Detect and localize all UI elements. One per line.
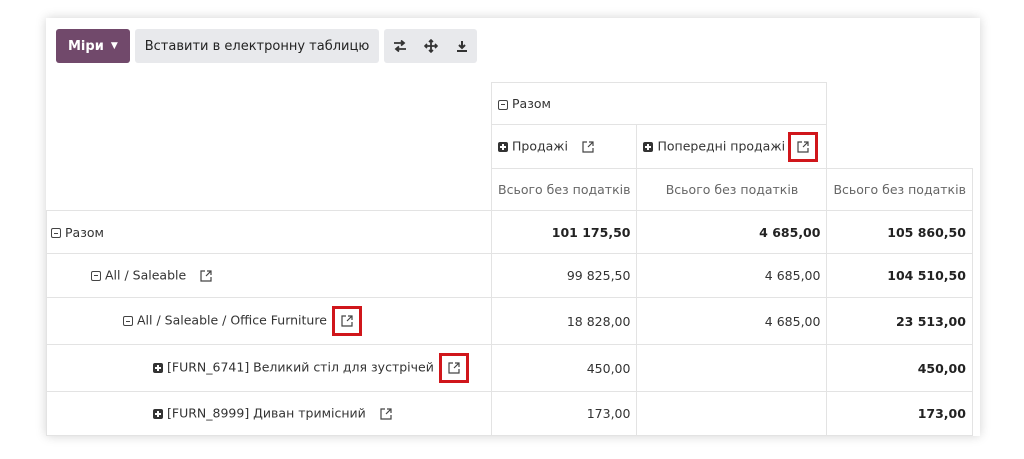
external-link-icon[interactable] [438,353,469,383]
cell-previous-sales[interactable]: 4 685,00 [636,297,828,345]
expand-icon [498,141,508,152]
cell-total[interactable]: 23 513,00 [826,297,973,345]
row-label: [FURN_8999] Диван тримісний [167,405,366,420]
row-label: All / Saleable [105,267,187,282]
column-header-sales[interactable]: Продажі [490,124,638,169]
table-row: All / Saleable / Office Furniture 18 828… [46,297,973,345]
cell-previous-sales[interactable] [636,344,828,392]
external-link-icon[interactable] [331,306,362,336]
cell-total[interactable]: 173,00 [826,391,973,436]
pivot-view: Міри ▼ Вставити в електронну таблицю Раз… [46,18,980,436]
row-header-office-furniture[interactable]: All / Saleable / Office Furniture [46,297,492,345]
row-header-all-saleable[interactable]: All / Saleable [46,253,492,298]
external-link-icon[interactable] [788,131,819,162]
row-label: Разом [65,224,104,240]
insert-spreadsheet-button[interactable]: Вставити в електронну таблицю [134,29,380,63]
measure-header-total[interactable]: Всього без податків [826,168,973,211]
cell-total[interactable]: 450,00 [826,344,973,392]
cell-previous-sales[interactable] [636,391,828,436]
row-header-furn-8999[interactable]: [FURN_8999] Диван тримісний [46,391,492,436]
table-row: All / Saleable 99 825,50 4 685,00 104 51… [46,253,973,298]
collapse-icon [498,99,508,110]
external-link-icon[interactable] [376,404,396,424]
measures-label: Міри [68,38,104,54]
column-header-total[interactable]: Разом [490,82,828,125]
external-link-icon[interactable] [578,137,598,157]
row-label: All / Saleable / Office Furniture [137,312,327,328]
cell-previous-sales[interactable]: 4 685,00 [636,253,828,298]
row-label: [FURN_6741] Великий стіл для зустрічей [167,359,434,375]
collapse-icon [51,228,61,238]
pivot-actions-group [384,29,478,63]
measure-header-sales[interactable]: Всього без податків [490,168,638,211]
download-button[interactable] [446,29,477,63]
flip-axis-button[interactable] [384,29,415,63]
table-row: [FURN_8999] Диван тримісний 173,00 173,0… [46,391,973,436]
cell-sales[interactable]: 99 825,50 [490,253,638,298]
collapse-icon [91,270,101,281]
measure-header-previous-sales[interactable]: Всього без податків [636,168,828,211]
expand-icon [153,363,163,373]
column-header-previous-sales[interactable]: Попередні продажі [636,124,828,169]
column-previous-sales-label: Попередні продажі [657,138,786,153]
column-sales-label: Продажі [512,138,569,153]
column-total-label: Разом [512,96,551,111]
expand-icon [643,141,654,152]
pivot-table: Разом Продажі Попередні продажі Всього б… [46,82,973,436]
column-header-blank [826,82,973,169]
cell-total[interactable]: 105 860,50 [826,210,973,254]
cell-total[interactable]: 104 510,50 [826,253,973,298]
insert-spreadsheet-label: Вставити в електронну таблицю [144,38,370,54]
cell-sales[interactable]: 101 175,50 [490,210,638,254]
expand-icon [153,408,163,419]
pivot-toolbar: Міри ▼ Вставити в електронну таблицю [56,29,478,63]
cell-sales[interactable]: 450,00 [490,344,638,392]
cell-sales[interactable]: 173,00 [490,391,638,436]
row-header-furn-6741[interactable]: [FURN_6741] Великий стіл для зустрічей [46,344,492,392]
external-link-icon[interactable] [196,266,216,286]
cell-previous-sales[interactable]: 4 685,00 [636,210,828,254]
expand-all-button[interactable] [415,29,446,63]
caret-down-icon: ▼ [110,41,118,51]
table-row: Разом 101 175,50 4 685,00 105 860,50 [46,210,973,254]
pivot-corner [46,82,492,211]
row-header-total[interactable]: Разом [46,210,492,254]
measures-button[interactable]: Міри ▼ [56,29,130,63]
table-row: [FURN_6741] Великий стіл для зустрічей 4… [46,344,973,392]
download-icon [456,40,467,52]
flip-axis-icon [393,40,406,52]
collapse-icon [123,316,133,326]
expand-all-icon [423,39,438,53]
cell-sales[interactable]: 18 828,00 [490,297,638,345]
